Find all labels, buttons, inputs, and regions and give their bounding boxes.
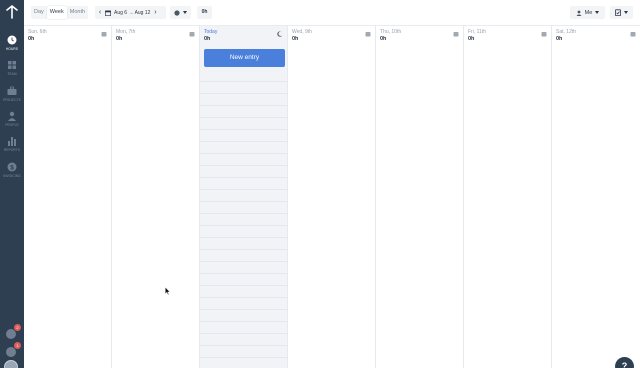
sidebar: HOURS TEAM PROJECTS PEOPLE REPORTS $ INV…: [0, 0, 24, 368]
view-month-tab[interactable]: Month: [67, 6, 88, 19]
app-window: HOURS TEAM PROJECTS PEOPLE REPORTS $ INV…: [0, 0, 640, 368]
svg-text:$: $: [10, 164, 14, 171]
view-switcher: Day Week Month: [31, 6, 89, 19]
day-header: Today 0h: [204, 29, 283, 42]
sidebar-item-label: PROJECTS: [3, 98, 21, 102]
day-hours: 0h: [116, 36, 123, 42]
timesheet-icon[interactable]: [101, 31, 107, 37]
prev-week-button[interactable]: ‹: [95, 9, 105, 16]
export-dropdown[interactable]: [610, 6, 633, 19]
alerts-badge: 1: [14, 342, 21, 349]
sidebar-item-hours[interactable]: HOURS: [0, 33, 24, 55]
mouse-cursor-icon: [165, 287, 171, 295]
day-hours: 0h: [380, 36, 387, 42]
person-icon: [8, 111, 16, 121]
sidebar-item-projects[interactable]: PROJECTS: [0, 84, 24, 106]
timesheet-icon[interactable]: [630, 31, 636, 37]
day-header: Mon, 7th 0h: [116, 29, 195, 42]
next-week-button[interactable]: ›: [150, 9, 160, 16]
user-filter-dropdown[interactable]: Me: [570, 6, 605, 19]
day-column-thu[interactable]: Thu, 10th 0h: [376, 26, 464, 368]
day-column-sun[interactable]: Sun, 6th 0h: [24, 26, 112, 368]
moon-icon[interactable]: [277, 31, 283, 37]
day-header: Sun, 6th 0h: [28, 29, 107, 42]
sidebar-item-reports[interactable]: REPORTS: [0, 134, 24, 156]
sidebar-item-label: TEAM: [7, 72, 17, 76]
day-name: Wed, 9th: [292, 29, 312, 35]
day-hours: 0h: [292, 36, 299, 42]
day-header: Wed, 9th 0h: [292, 29, 371, 42]
sidebar-item-people[interactable]: PEOPLE: [0, 109, 24, 131]
week-grid: Sun, 6th 0h Mon, 7th 0h Today 0h New ent…: [24, 26, 640, 368]
day-header: Sat, 12th 0h: [556, 29, 636, 42]
people-icon: [576, 10, 582, 16]
clock-icon: [7, 35, 17, 45]
day-column-wed[interactable]: Wed, 9th 0h: [288, 26, 376, 368]
sidebar-item-label: PEOPLE: [5, 123, 19, 127]
time-slot-lines: [200, 70, 287, 368]
timesheet-icon[interactable]: [365, 31, 371, 37]
bar-chart-icon: [8, 137, 16, 146]
sidebar-item-team[interactable]: TEAM: [0, 58, 24, 80]
day-name: Sun, 6th: [28, 29, 47, 35]
chevron-down-icon: [624, 11, 628, 14]
user-filter-label: Me: [584, 9, 593, 16]
day-hours: 0h: [204, 36, 211, 42]
view-day-tab[interactable]: Day: [31, 6, 47, 19]
app-logo-icon[interactable]: [4, 4, 20, 20]
calendar-icon[interactable]: [105, 9, 111, 16]
view-week-tab[interactable]: Week: [46, 6, 67, 19]
day-header: Fri, 11th 0h: [468, 29, 547, 42]
notifications-button[interactable]: 2: [4, 324, 21, 341]
avatar[interactable]: [4, 360, 18, 368]
sidebar-item-label: INVOICING: [3, 174, 21, 178]
timesheet-icon[interactable]: [541, 31, 547, 37]
status-filter-dropdown[interactable]: [170, 6, 191, 19]
day-name: Mon, 7th: [116, 29, 136, 35]
day-hours: 0h: [556, 36, 563, 42]
sidebar-item-label: REPORTS: [3, 148, 21, 152]
day-column-mon[interactable]: Mon, 7th 0h: [112, 26, 200, 368]
timesheet-icon[interactable]: [453, 31, 459, 37]
timesheet-icon[interactable]: [189, 31, 195, 37]
chevron-down-icon: [595, 11, 600, 14]
day-hours: 0h: [468, 36, 475, 42]
day-header: Thu, 10th 0h: [380, 29, 459, 42]
date-range-picker: ‹ Aug 6 → Aug 12 ›: [95, 6, 166, 19]
briefcase-icon: [7, 86, 17, 95]
day-name: Fri, 11th: [468, 29, 486, 35]
dollar-icon: $: [7, 162, 17, 172]
sidebar-item-invoicing[interactable]: $ INVOICING: [0, 160, 24, 182]
date-range-label[interactable]: Aug 6 → Aug 12: [114, 10, 150, 16]
chevron-down-icon: [183, 11, 187, 14]
clipboard-icon: [615, 9, 621, 16]
day-name: Sat, 12th: [556, 29, 577, 35]
alerts-button[interactable]: 1: [4, 342, 21, 359]
day-column-sat[interactable]: Sat, 12th 0h: [552, 26, 640, 368]
team-icon: [8, 61, 16, 69]
toolbar: Day Week Month ‹ Aug 6 → Aug 12 › 0h Me: [24, 0, 640, 26]
day-column-fri[interactable]: Fri, 11th 0h: [464, 26, 552, 368]
day-column-today[interactable]: Today 0h New entry: [200, 26, 288, 368]
day-name: Thu, 10th: [380, 29, 402, 35]
day-name: Today: [204, 29, 218, 35]
week-total-hours: 0h: [197, 6, 212, 19]
sidebar-item-label: HOURS: [5, 47, 18, 51]
day-hours: 0h: [28, 36, 35, 42]
circle-filter-icon: [174, 9, 180, 16]
new-entry-button[interactable]: New entry: [204, 49, 285, 67]
notifications-badge: 2: [14, 324, 21, 331]
